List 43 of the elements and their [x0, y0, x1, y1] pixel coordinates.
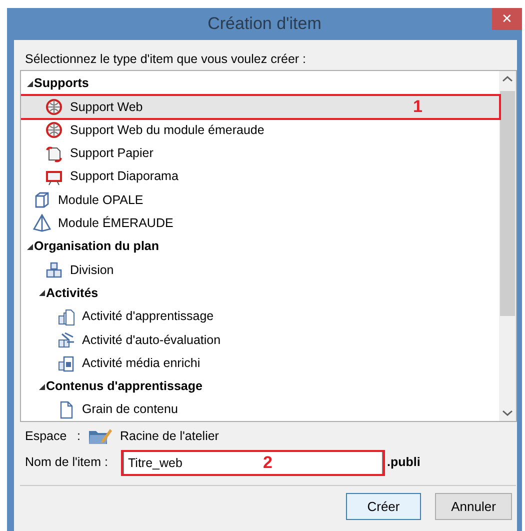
tree-item[interactable]: Grain de contenu [21, 398, 499, 421]
tree-item[interactable]: Support Diaporama [21, 165, 499, 188]
expand-icon[interactable] [27, 80, 33, 87]
tree-item[interactable]: Support Papier [21, 142, 499, 166]
annotation-number: 1 [413, 98, 422, 116]
quiz-icon [57, 330, 75, 349]
tree-item[interactable]: Module OPALE [21, 188, 499, 212]
space-label: Espace [25, 428, 68, 445]
scrollbar[interactable] [499, 71, 516, 421]
window-title: Création d'item [208, 13, 322, 36]
pyramid-icon [33, 214, 51, 232]
extension-text: .publi [387, 454, 420, 472]
close-button[interactable]: ✕ [492, 8, 522, 30]
tree-item[interactable]: Module ÉMERAUDE [21, 212, 499, 236]
web-support-icon [45, 98, 63, 116]
field-label: Nom de l'item : [25, 454, 109, 472]
paper-support-icon [45, 144, 63, 163]
tree-item[interactable]: Activité d'apprentissage [21, 304, 499, 328]
space-value: Racine de l'atelier [120, 428, 219, 445]
dialog-button[interactable]: Créer [346, 493, 421, 520]
tree-item[interactable]: Supports [21, 72, 499, 96]
tree-item[interactable]: Contenus d'apprentissage [21, 374, 499, 398]
instruction-text: Sélectionnez le type d'item que vous voulez créer : [25, 52, 306, 66]
tree-item[interactable]: Support Web du module émeraude [21, 118, 499, 142]
tree-item[interactable]: Organisation du plan [21, 235, 499, 258]
annotation-number: 2 [263, 454, 272, 470]
tree-item[interactable]: Support Web 1 [21, 95, 499, 119]
expand-icon[interactable] [27, 244, 33, 250]
scrollbar-thumb[interactable] [500, 91, 515, 316]
blocks-icon [45, 261, 63, 280]
dialog-button[interactable]: Annuler [435, 493, 512, 520]
activity-icon [57, 308, 75, 326]
media-icon [57, 354, 75, 372]
tree-item[interactable]: Activité d'auto-évaluation [21, 328, 499, 352]
tree-item[interactable]: Division [21, 258, 499, 282]
separator-text: : [77, 428, 82, 445]
tree-item[interactable]: Activité média enrichi [21, 352, 499, 375]
tree-item[interactable]: Activités [21, 282, 499, 305]
expand-icon[interactable] [39, 384, 45, 390]
expand-icon[interactable] [39, 290, 45, 296]
cube-icon [33, 191, 51, 210]
web-support-icon [45, 121, 63, 140]
folder-pencil-icon [88, 426, 112, 446]
